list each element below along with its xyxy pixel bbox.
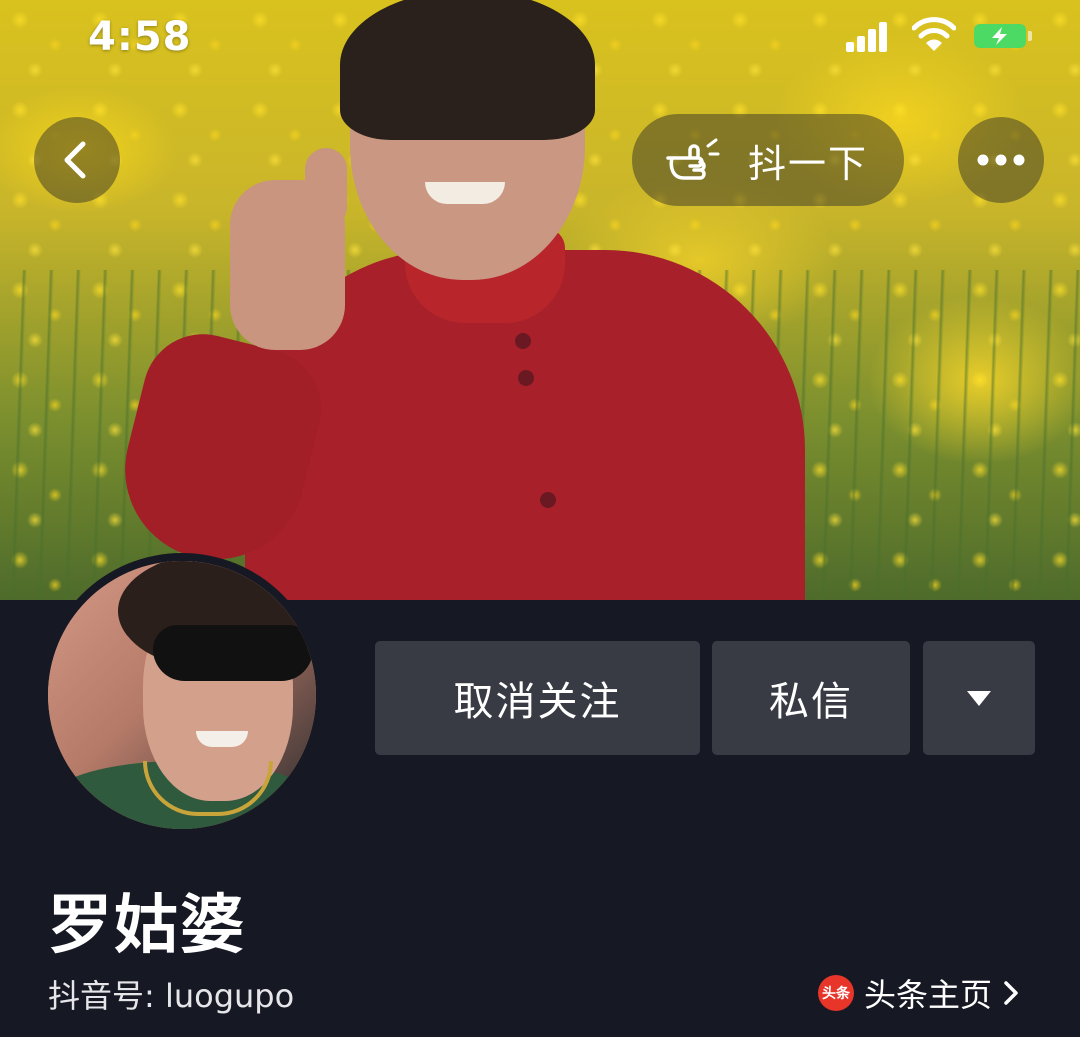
chevron-right-icon	[1004, 981, 1018, 1005]
smile	[425, 182, 505, 204]
thumb	[305, 148, 347, 228]
wifi-icon	[912, 17, 956, 51]
shake-button[interactable]: 抖一下	[632, 114, 904, 206]
hair	[340, 0, 595, 140]
shake-label: 抖一下	[748, 141, 869, 186]
douyin-id: 抖音号: luogupo	[48, 977, 295, 1015]
toutiao-logo-icon: 头条	[818, 975, 854, 1011]
status-time: 4:58	[88, 14, 192, 60]
sweater-button	[515, 333, 531, 349]
unfollow-button[interactable]: 取消关注	[375, 641, 700, 755]
battery-tip	[1028, 31, 1032, 41]
dropdown-button[interactable]	[923, 641, 1035, 755]
message-button[interactable]: 私信	[712, 641, 910, 755]
avatar[interactable]	[48, 561, 316, 829]
more-button[interactable]	[958, 117, 1044, 203]
profile-name: 罗姑婆	[48, 889, 246, 963]
battery-icon	[974, 24, 1026, 48]
toutiao-homepage-link[interactable]: 头条 头条主页	[818, 970, 1020, 1016]
sweater-button	[518, 370, 534, 386]
signal-icon	[846, 20, 898, 52]
hand-pointer-icon	[666, 138, 720, 180]
cover-photo	[0, 0, 1080, 600]
sunglasses	[153, 625, 313, 681]
back-button[interactable]	[34, 117, 120, 203]
more-dots-icon	[977, 154, 1025, 166]
back-chevron-icon	[64, 141, 86, 179]
sweater-button	[540, 492, 556, 508]
toutiao-label: 头条主页	[864, 976, 993, 1014]
dropdown-triangle-icon	[967, 691, 991, 706]
cover-person	[106, 0, 810, 600]
